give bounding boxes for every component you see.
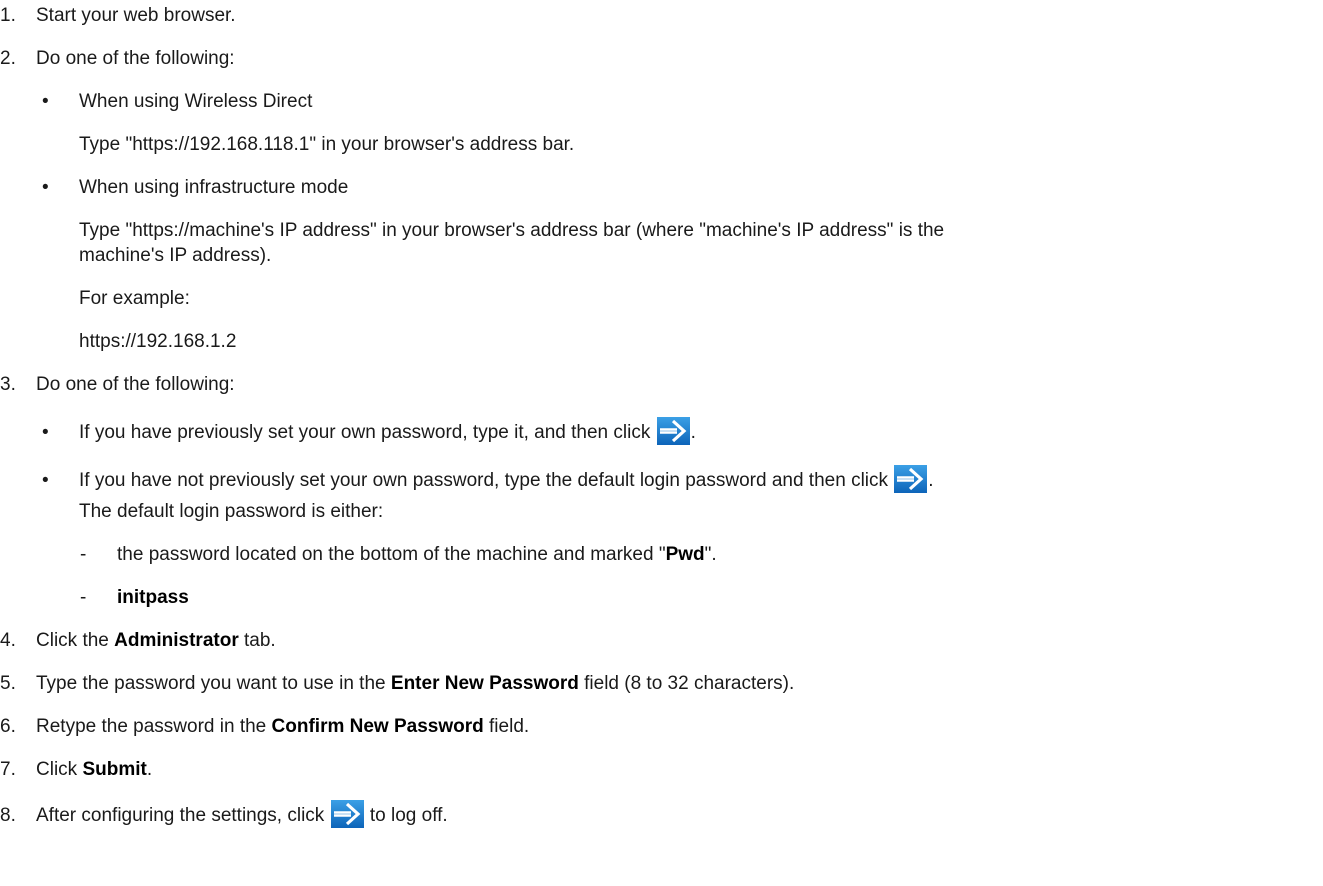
step-2-number: 2. [0,48,16,69]
step-6-pre: Retype the password in the [36,716,272,737]
option-title-infrastructure-mode: When using infrastructure mode [79,177,349,198]
step-4-post: tab. [238,630,276,651]
step-5-post: field (8 to 32 characters). [578,673,795,694]
step-1-number: 1. [0,5,16,26]
submit-label: Submit [82,759,147,780]
arrow-right-icon [657,417,690,445]
option-previous-password-text: If you have previously set your own pass… [79,422,656,444]
pwd-option-end: ". [704,544,717,565]
step-5-number: 5. [0,673,16,694]
arrow-right-icon [331,800,364,828]
option-detail-infrastructure-line-2: machine's IP address). [79,245,272,266]
initpass-label: initpass [117,587,189,608]
step-4-text: Click the Administrator tab. [36,629,276,653]
step-5-text: Type the password you want to use in the… [36,672,794,696]
step-1-text: Start your web browser. [36,5,236,26]
step-8-text: After configuring the settings, click to… [36,804,448,828]
step-7-number: 7. [0,759,16,780]
step-7-post: . [146,759,153,780]
option-previous-password-period: . [690,422,696,444]
pwd-label: Pwd [665,544,705,565]
step-7-pre: Click [36,759,83,780]
step-6-post: field. [483,716,530,737]
dash: - [80,587,87,608]
administrator-tab-label: Administrator [114,630,239,651]
option-default-password: If you have not previously set your own … [79,469,934,493]
dash: - [80,544,87,565]
bullet: • [42,422,49,443]
step-8-number: 8. [0,805,16,826]
option-previous-password: If you have previously set your own pass… [79,421,696,445]
step-7-text: Click Submit. [36,758,152,782]
example-url: https://192.168.1.2 [79,331,237,352]
option-detail-infrastructure-line-1: Type "https://machine's IP address" in y… [79,220,945,241]
option-detail-wireless-direct: Type "https://192.168.118.1" in your bro… [79,134,575,155]
step-8-pre: After configuring the settings, click [36,805,330,827]
step-3-text: Do one of the following: [36,374,235,395]
step-8-post: to log off. [364,805,448,827]
enter-new-password-label: Enter New Password [390,673,579,694]
confirm-new-password-label: Confirm New Password [271,716,484,737]
bullet: • [42,177,49,198]
arrow-right-icon [894,465,927,493]
step-5-pre: Type the password you want to use in the [36,673,391,694]
bullet: • [42,470,49,491]
step-4-pre: Click the [36,630,115,651]
step-6-number: 6. [0,716,16,737]
default-password-option-pwd: the password located on the bottom of th… [117,543,717,567]
bullet: • [42,91,49,112]
option-default-password-period: . [928,470,934,492]
step-3-number: 3. [0,374,16,395]
example-label: For example: [79,288,190,309]
option-default-password-text: If you have not previously set your own … [79,470,894,492]
pwd-option-text: the password located on the bottom of th… [117,544,666,565]
default-password-note: The default login password is either: [79,501,384,522]
default-password-option-initpass: initpass [117,586,189,610]
step-4-number: 4. [0,630,16,651]
step-6-text: Retype the password in the Confirm New P… [36,715,529,739]
step-2-text: Do one of the following: [36,48,235,69]
option-title-wireless-direct: When using Wireless Direct [79,91,313,112]
